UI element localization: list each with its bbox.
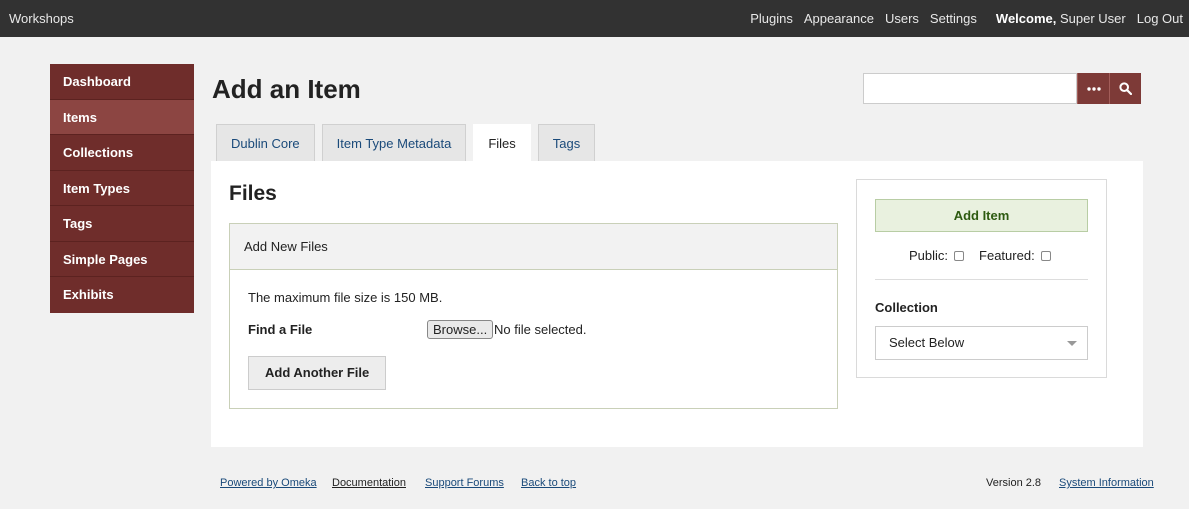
- add-item-button[interactable]: Add Item: [875, 199, 1088, 232]
- item-tabs: Dublin Core Item Type Metadata Files Tag…: [216, 124, 602, 161]
- nav-settings[interactable]: Settings: [930, 11, 977, 26]
- max-file-size-text: The maximum file size is 150 MB.: [248, 290, 443, 305]
- add-another-file-button[interactable]: Add Another File: [248, 356, 387, 390]
- user-link[interactable]: Super User: [1060, 11, 1126, 26]
- sidebar: Dashboard Items Collections Item Types T…: [50, 64, 194, 313]
- back-to-top-link[interactable]: Back to top: [521, 477, 576, 489]
- documentation-link[interactable]: Documentation: [332, 477, 406, 489]
- featured-checkbox[interactable]: [1040, 250, 1051, 261]
- sidebar-item-collections[interactable]: Collections: [50, 135, 194, 171]
- visibility-options: Public: Featured:: [909, 248, 1051, 263]
- collection-select-value: Select Below: [889, 335, 965, 350]
- system-information-link[interactable]: System Information: [1059, 477, 1154, 489]
- chevron-down-icon: [1067, 341, 1077, 346]
- find-file-label: Find a File: [248, 322, 313, 337]
- powered-by-link[interactable]: Powered by Omeka: [220, 477, 317, 489]
- tab-item-type-metadata[interactable]: Item Type Metadata: [321, 124, 467, 161]
- add-files-box: Add New Files The maximum file size is 1…: [229, 223, 838, 409]
- page-title: Add an Item: [212, 74, 361, 104]
- divider: [875, 279, 1088, 280]
- save-panel: Add Item Public: Featured: Collection Se…: [856, 179, 1107, 378]
- collection-label: Collection: [875, 300, 938, 315]
- sidebar-item-tags[interactable]: Tags: [50, 206, 194, 242]
- welcome-label: Welcome,: [995, 11, 1057, 26]
- add-files-header: Add New Files: [230, 224, 837, 270]
- top-bar: Workshops Plugins Appearance Users Setti…: [0, 0, 1189, 37]
- nav-plugins[interactable]: Plugins: [750, 11, 793, 26]
- logout-link[interactable]: Log Out: [1137, 11, 1183, 26]
- tab-tags[interactable]: Tags: [537, 124, 596, 161]
- site-title-link[interactable]: Workshops: [9, 11, 74, 26]
- tab-files[interactable]: Files: [473, 124, 531, 161]
- public-checkbox[interactable]: [954, 250, 965, 261]
- magnifier-icon: [1119, 82, 1132, 95]
- sidebar-item-dashboard[interactable]: Dashboard: [50, 64, 194, 100]
- search-input[interactable]: [863, 73, 1077, 104]
- collection-select[interactable]: Select Below: [875, 326, 1088, 360]
- featured-label: Featured:: [979, 248, 1035, 263]
- nav-users[interactable]: Users: [885, 11, 919, 26]
- sidebar-item-exhibits[interactable]: Exhibits: [50, 277, 194, 313]
- ellipsis-icon: [1086, 86, 1101, 91]
- nav-appearance[interactable]: Appearance: [804, 11, 874, 26]
- sidebar-item-items[interactable]: Items: [50, 99, 194, 135]
- advanced-search-button[interactable]: [1077, 73, 1109, 104]
- tab-dublin-core[interactable]: Dublin Core: [216, 124, 315, 161]
- welcome-text: Welcome, Super User: [996, 11, 1126, 26]
- support-forums-link[interactable]: Support Forums: [425, 477, 504, 489]
- top-nav: Plugins Appearance Users Settings Welcom…: [739, 11, 1183, 26]
- sidebar-item-item-types[interactable]: Item Types: [50, 171, 194, 206]
- browse-button[interactable]: Browse...: [427, 320, 494, 339]
- search-bar: [863, 73, 1141, 104]
- files-heading: Files: [229, 182, 277, 205]
- sidebar-item-simple-pages[interactable]: Simple Pages: [50, 242, 194, 277]
- search-button[interactable]: [1109, 73, 1141, 104]
- no-file-text: No file selected.: [494, 322, 587, 337]
- version-text: Version 2.8: [986, 477, 1042, 489]
- public-label: Public:: [909, 248, 949, 263]
